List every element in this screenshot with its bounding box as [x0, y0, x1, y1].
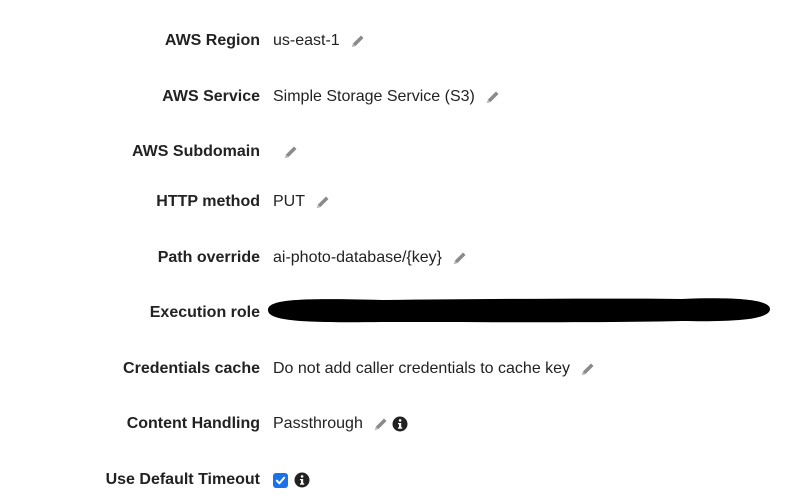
credentials-cache-label: Credentials cache	[123, 360, 260, 377]
aws-service-value-wrap: Simple Storage Service (S3)	[273, 88, 502, 106]
content-handling-label: Content Handling	[126, 415, 260, 432]
execution-role-label: Execution role	[149, 304, 260, 321]
aws-service-label: AWS Service	[162, 88, 260, 105]
content-handling-row: Content Handling Passthrough	[0, 410, 800, 438]
http-method-value-wrap: PUT	[273, 193, 332, 211]
path-override-value: ai-photo-database/{key}	[273, 249, 443, 266]
path-override-row: Path override ai-photo-database/{key}	[0, 244, 800, 272]
credentials-cache-row: Credentials cache Do not add caller cred…	[0, 355, 800, 383]
credentials-cache-value: Do not add caller credentials to cache k…	[273, 360, 571, 377]
use-default-timeout-label: Use Default Timeout	[105, 471, 260, 488]
aws-region-value: us-east-1	[273, 32, 340, 49]
http-method-label: HTTP method	[156, 193, 260, 210]
pencil-icon[interactable]	[349, 32, 367, 50]
pencil-icon[interactable]	[484, 88, 502, 106]
info-icon[interactable]	[294, 472, 310, 488]
aws-subdomain-row: AWS Subdomain	[0, 138, 800, 166]
aws-region-value-wrap: us-east-1	[273, 32, 367, 50]
pencil-icon[interactable]	[282, 143, 300, 161]
aws-region-row: AWS Region us-east-1	[0, 27, 800, 55]
content-handling-value-wrap: Passthrough	[273, 415, 408, 433]
pencil-icon[interactable]	[451, 249, 469, 267]
info-icon[interactable]	[392, 416, 408, 432]
aws-subdomain-value-wrap	[273, 143, 300, 161]
use-default-timeout-checkbox[interactable]	[273, 472, 288, 488]
aws-subdomain-label: AWS Subdomain	[132, 143, 260, 160]
execution-role-row: Execution role	[0, 299, 800, 327]
aws-service-value: Simple Storage Service (S3)	[273, 88, 475, 105]
pencil-icon[interactable]	[372, 415, 390, 433]
http-method-value: PUT	[273, 193, 305, 210]
pencil-icon[interactable]	[579, 360, 597, 378]
credentials-cache-value-wrap: Do not add caller credentials to cache k…	[273, 360, 597, 378]
content-handling-value: Passthrough	[273, 415, 363, 432]
use-default-timeout-row: Use Default Timeout	[0, 466, 800, 494]
aws-service-row: AWS Service Simple Storage Service (S3)	[0, 83, 800, 111]
path-override-label: Path override	[157, 249, 260, 266]
path-override-value-wrap: ai-photo-database/{key}	[273, 249, 469, 267]
http-method-row: HTTP method PUT	[0, 188, 800, 216]
use-default-timeout-value-wrap	[273, 472, 310, 488]
aws-region-label: AWS Region	[164, 32, 260, 49]
integration-request-settings: AWS Region us-east-1 AWS Service Simple …	[0, 0, 800, 497]
pencil-icon[interactable]	[314, 193, 332, 211]
